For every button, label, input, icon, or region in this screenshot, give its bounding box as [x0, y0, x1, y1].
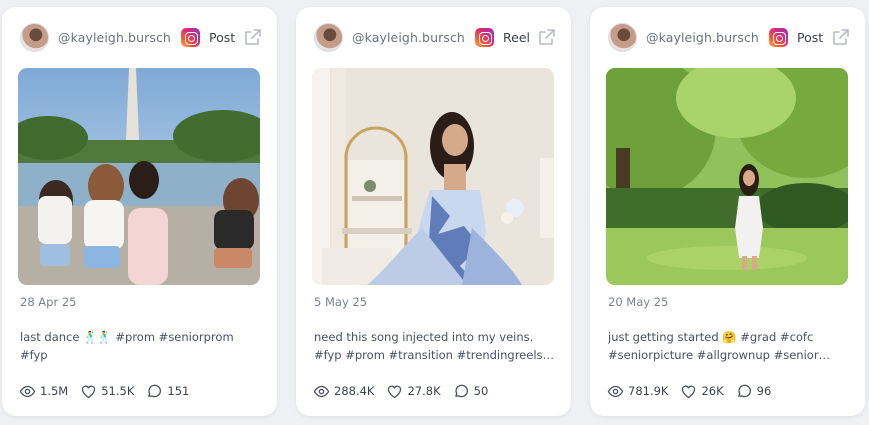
heart-icon	[682, 385, 696, 398]
instagram-icon	[475, 28, 494, 47]
eye-icon	[19, 385, 36, 397]
heart-icon	[82, 385, 96, 398]
post-date: 5 May 25	[314, 295, 368, 309]
post-thumbnail[interactable]	[312, 68, 554, 285]
views-count: 288.4K	[334, 384, 375, 398]
post-card-header: @kayleigh.bursch Reel	[314, 23, 557, 53]
post-card-header: @kayleigh.bursch Post	[20, 23, 263, 53]
post-caption: need this song injected into my veins. #…	[314, 330, 554, 362]
post-card-header: @kayleigh.bursch Post	[608, 23, 851, 53]
comments-stat: 96	[736, 383, 772, 400]
post-stats: 288.4K 27.8K 50	[313, 382, 500, 400]
views-stat: 288.4K	[313, 383, 374, 400]
avatar[interactable]	[608, 23, 637, 52]
post-type-label: Post	[209, 30, 236, 45]
comment-icon	[148, 384, 162, 397]
post-stats: 781.9K 26K 96	[607, 382, 783, 400]
likes-stat: 51.5K	[80, 383, 134, 400]
post-card[interactable]: @kayleigh.bursch Post	[590, 7, 865, 416]
views-count: 1.5M	[40, 384, 69, 398]
post-card[interactable]: @kayleigh.bursch Post	[2, 7, 277, 416]
post-card[interactable]: @kayleigh.bursch Reel 5 May 25 need this…	[296, 7, 571, 416]
external-link-icon[interactable]	[831, 27, 851, 47]
comments-count: 151	[167, 384, 190, 398]
creator-handle[interactable]: @kayleigh.bursch	[646, 30, 759, 45]
views-count: 781.9K	[628, 384, 669, 398]
comments-stat: 151	[146, 383, 189, 400]
comments-count: 96	[756, 384, 772, 398]
likes-count: 27.8K	[407, 384, 441, 398]
instagram-icon	[181, 28, 200, 47]
post-thumbnail-image	[606, 68, 848, 285]
post-card-grid: @kayleigh.bursch Post 28 Apr 25 last dan…	[0, 0, 869, 425]
creator-handle[interactable]: @kayleigh.bursch	[58, 30, 171, 45]
avatar[interactable]	[314, 23, 343, 52]
external-link-icon[interactable]	[243, 27, 263, 47]
post-thumbnail-image	[18, 68, 260, 285]
creator-handle[interactable]: @kayleigh.bursch	[352, 30, 465, 45]
comment-icon	[737, 384, 751, 397]
likes-stat: 26K	[680, 383, 724, 400]
eye-icon	[607, 385, 624, 397]
eye-icon	[313, 385, 330, 397]
likes-stat: 27.8K	[386, 383, 441, 400]
post-type-label: Post	[797, 30, 824, 45]
comment-icon	[454, 384, 468, 397]
avatar[interactable]	[20, 23, 49, 52]
views-stat: 781.9K	[607, 383, 668, 400]
post-stats: 1.5M 51.5K 151	[19, 382, 201, 400]
views-stat: 1.5M	[19, 383, 68, 400]
post-caption: last dance 🕺🕺 #prom #seniorprom #fyp	[20, 330, 234, 362]
likes-count: 51.5K	[101, 384, 135, 398]
comments-stat: 50	[453, 383, 489, 400]
heart-icon	[388, 385, 402, 398]
instagram-icon	[769, 28, 788, 47]
post-type-label: Reel	[503, 30, 530, 45]
post-date: 28 Apr 25	[20, 295, 77, 309]
external-link-icon[interactable]	[537, 27, 557, 47]
post-thumbnail-image	[312, 68, 554, 285]
comments-count: 50	[473, 384, 489, 398]
post-thumbnail[interactable]	[18, 68, 260, 285]
post-thumbnail[interactable]	[606, 68, 848, 285]
likes-count: 26K	[701, 384, 724, 398]
post-date: 20 May 25	[608, 295, 669, 309]
post-caption: just getting started 🤗 #grad #cofc #seni…	[608, 330, 831, 362]
